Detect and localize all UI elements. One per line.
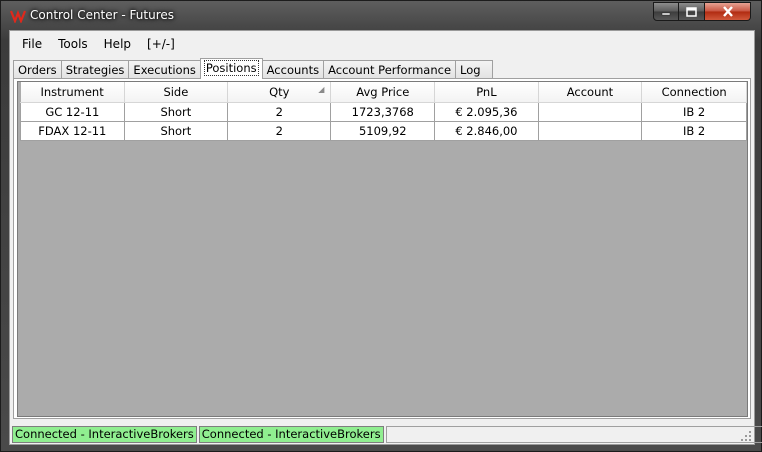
cell-side: Short [123,101,229,122]
cell-pnl: € 2.095,36 [434,101,539,122]
column-header-qty-label: Qty [269,84,290,99]
positions-tab-page: Instrument Side Qty ◢ Avg Price PnL Accou… [13,78,751,419]
status-empty-panel [385,426,762,443]
cell-connection: IB 2 [641,120,747,141]
menu-file[interactable]: File [14,33,50,55]
tab-positions[interactable]: Positions [199,58,263,79]
cell-qty: 2 [227,120,332,141]
tab-account-performance[interactable]: Account Performance [323,60,457,79]
tab-executions[interactable]: Executions [128,60,201,79]
tab-strategies[interactable]: Strategies [60,60,130,79]
window-title: Control Center - Futures [30,8,175,22]
cell-instrument: GC 12-11 [20,101,125,122]
title-bar[interactable]: Control Center - Futures [1,1,761,31]
minimize-button[interactable] [653,2,679,21]
cell-pnl: € 2.846,00 [434,120,539,141]
column-header-instrument[interactable]: Instrument [20,82,125,103]
sort-icon: ◢ [318,85,325,94]
menu-help[interactable]: Help [96,33,139,55]
maximize-button[interactable] [679,2,705,21]
positions-grid[interactable]: Instrument Side Qty ◢ Avg Price PnL Accou… [17,81,748,417]
close-button[interactable] [705,2,751,21]
cell-account [537,120,643,141]
resize-grip-icon[interactable] [740,430,752,442]
client-area: File Tools Help [+/-] Orders Strategies … [9,30,762,445]
tab-strip: Orders Strategies Executions Positions A… [13,58,494,79]
column-header-connection[interactable]: Connection [641,82,747,103]
menu-bar: File Tools Help [+/-] [10,32,754,56]
tab-orders[interactable]: Orders [13,60,62,79]
minimize-icon [661,12,671,15]
status-bar: Connected - InteractiveBrokers Connected… [10,426,762,444]
cell-side: Short [123,120,229,141]
menu-toggle-panels[interactable]: [+/-] [139,33,183,55]
tab-log[interactable]: Log [455,60,494,79]
tab-positions-label: Positions [203,60,259,76]
connection-status: Connected - InteractiveBrokers [12,426,197,443]
table-row[interactable]: FDAX 12-11 Short 2 5109,92 € 2.846,00 IB… [20,120,747,141]
header-row: Instrument Side Qty ◢ Avg Price PnL Accou… [20,82,747,103]
connection-status: Connected - InteractiveBrokers [198,426,384,443]
cell-avg-price: 5109,92 [330,120,436,141]
column-header-account[interactable]: Account [538,82,643,103]
cell-qty: 2 [227,101,332,122]
tab-accounts[interactable]: Accounts [261,60,325,79]
cell-avg-price: 1723,3768 [330,101,436,122]
table-row[interactable]: GC 12-11 Short 2 1723,3768 € 2.095,36 IB… [20,101,747,122]
cell-instrument: FDAX 12-11 [20,120,125,141]
positions-table: Instrument Side Qty ◢ Avg Price PnL Accou… [20,82,747,141]
maximize-icon [686,6,697,17]
menu-tools[interactable]: Tools [50,33,96,55]
cell-connection: IB 2 [641,101,747,122]
cell-account [537,101,643,122]
column-header-qty[interactable]: Qty ◢ [227,82,332,103]
ninja-logo-icon [10,9,26,23]
app-window: Control Center - Futures File Tools Help… [0,0,762,452]
column-header-pnl[interactable]: PnL [434,82,539,103]
close-icon [722,6,733,17]
window-controls [653,2,751,21]
column-header-side[interactable]: Side [124,82,229,103]
column-header-avg-price[interactable]: Avg Price [330,82,436,103]
